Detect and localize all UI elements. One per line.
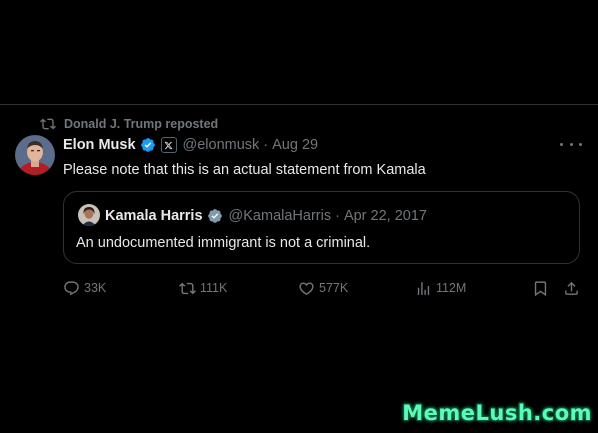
views-button[interactable]: 112M	[415, 278, 466, 298]
watermark-text: MemeLush.com	[402, 401, 592, 425]
quote-date[interactable]: Apr 22, 2017	[344, 208, 427, 224]
repost-icon	[40, 118, 56, 130]
quoted-tweet[interactable]: Kamala Harris @KamalaHarris · Apr 22, 20…	[63, 191, 580, 264]
repost-context[interactable]: Donald J. Trump reposted	[40, 116, 218, 132]
quote-text: An undocumented immigrant is not a crimi…	[76, 235, 371, 251]
more-dot	[560, 142, 563, 146]
like-count: 577K	[319, 281, 349, 295]
repost-button[interactable]: 111K	[179, 278, 227, 298]
author-handle[interactable]: @elonmusk	[183, 137, 260, 153]
action-bar: 33K 111K 577K 112M	[63, 278, 580, 298]
bookmark-icon	[534, 280, 547, 296]
separator-dot: ·	[263, 137, 269, 153]
quote-author-avatar	[78, 204, 100, 226]
repost-count: 111K	[200, 281, 228, 295]
top-divider	[0, 104, 598, 105]
x-logo-glyph	[164, 141, 173, 149]
verified-badge-icon	[207, 209, 222, 223]
separator-dot: ·	[335, 208, 340, 224]
more-dot	[579, 142, 582, 146]
verified-badge-icon	[140, 138, 155, 152]
more-options-icon[interactable]	[560, 136, 582, 152]
reply-count: 33K	[84, 281, 107, 295]
tweet-text: Please note that this is an actual state…	[63, 162, 426, 178]
more-dot	[569, 142, 573, 146]
tweet-header: Elon Musk @elonmusk · Aug 29	[63, 136, 318, 154]
heart-icon	[299, 281, 314, 295]
author-avatar[interactable]	[15, 135, 55, 175]
x-logo-icon[interactable]	[160, 137, 177, 153]
views-chart-icon	[417, 281, 430, 295]
bookmark-button[interactable]	[532, 278, 553, 298]
reply-button[interactable]: 33K	[63, 278, 106, 298]
like-button[interactable]: 577K	[298, 278, 348, 298]
tweet-date[interactable]: Aug 29	[272, 137, 318, 153]
quote-author-handle[interactable]: @KamalaHarris	[229, 208, 332, 224]
quote-author-name[interactable]: Kamala Harris	[105, 208, 203, 224]
views-count: 112M	[436, 281, 467, 295]
share-button[interactable]	[563, 278, 584, 298]
author-name[interactable]: Elon Musk	[63, 137, 136, 153]
quote-avatar-image	[78, 204, 100, 226]
avatar-image	[15, 135, 55, 175]
share-icon	[565, 281, 578, 295]
repost-label: Donald J. Trump reposted	[64, 117, 219, 131]
repost-icon	[179, 282, 196, 294]
reply-icon	[64, 280, 79, 295]
quote-header: Kamala Harris @KamalaHarris · Apr 22, 20…	[105, 207, 427, 225]
